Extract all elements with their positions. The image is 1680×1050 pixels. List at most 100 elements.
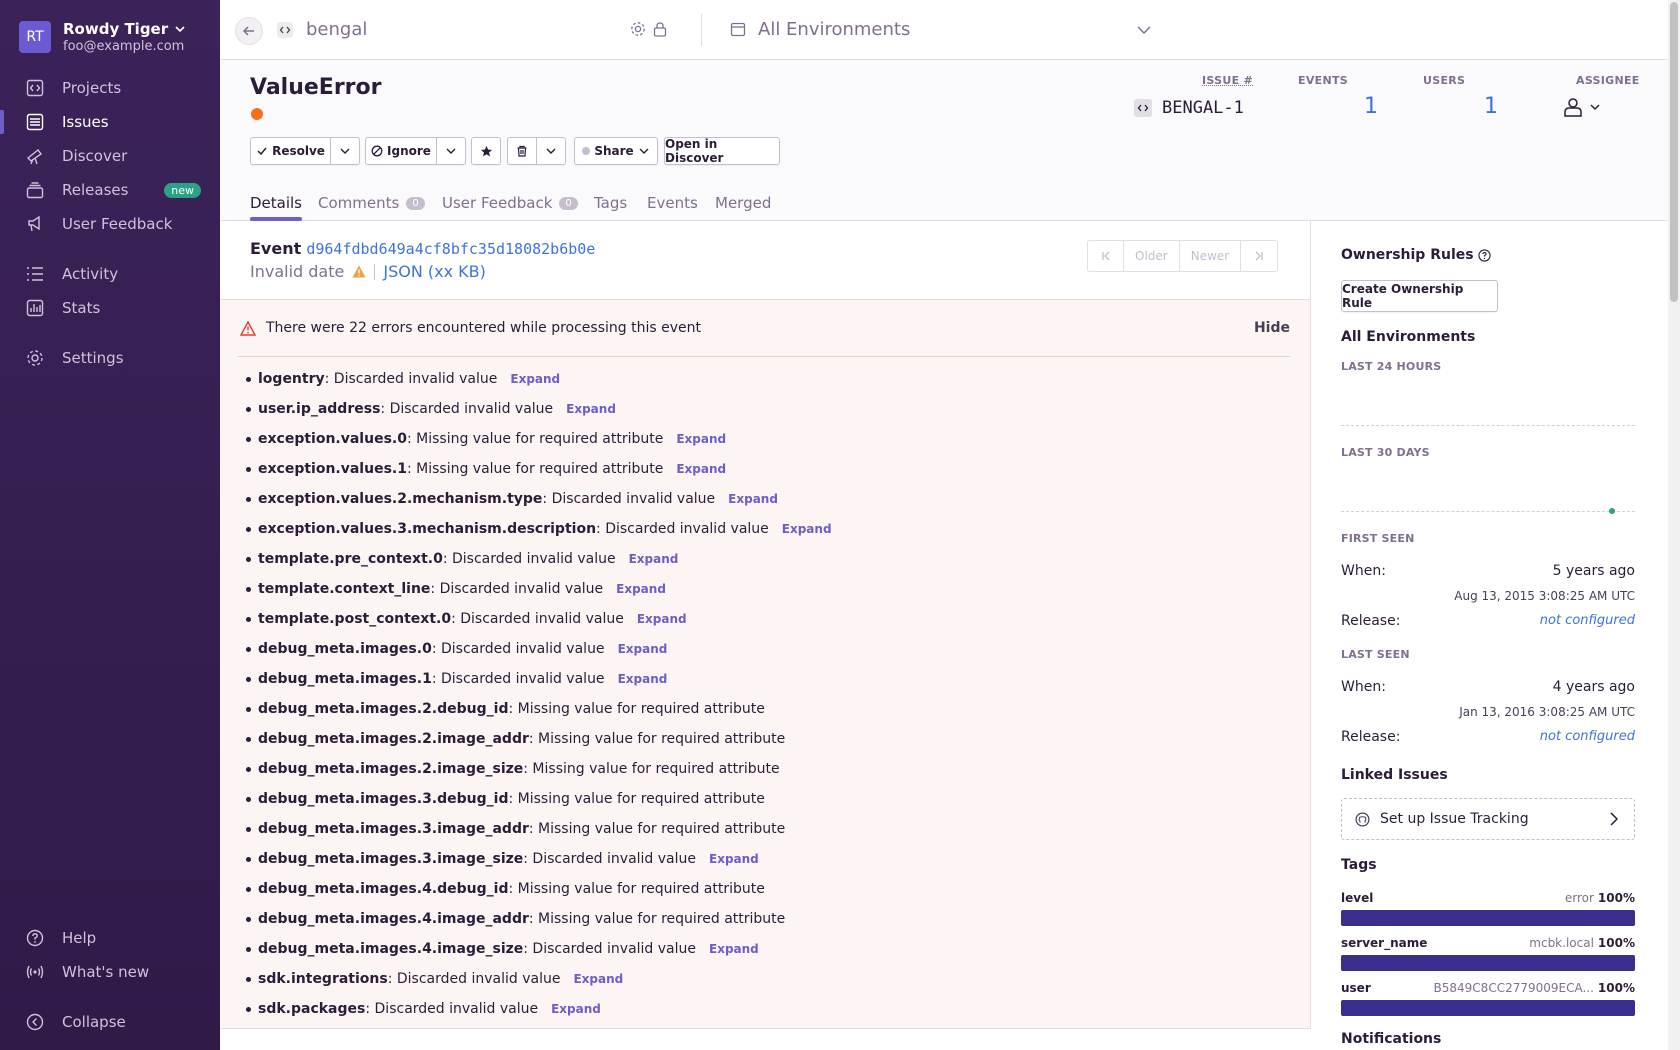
level-indicator	[251, 108, 263, 120]
nav-stats[interactable]: Stats	[0, 292, 220, 324]
tab-comments[interactable]: Comments 0	[318, 187, 425, 219]
expand-button[interactable]: Expand	[510, 372, 560, 386]
back-button[interactable]	[235, 17, 263, 45]
divider	[374, 263, 376, 280]
error-list-item: debug_meta.images.4.image_addr: Missing …	[246, 904, 832, 934]
sparkline-event-dot	[1609, 508, 1615, 514]
expand-button[interactable]: Expand	[551, 1002, 601, 1016]
sparkline-24h[interactable]	[1341, 425, 1635, 426]
newer-button[interactable]: Newer	[1179, 241, 1242, 271]
nav-settings[interactable]: Settings	[0, 342, 220, 374]
environment-selector[interactable]: All Environments	[758, 19, 910, 40]
tab-details[interactable]: Details	[250, 187, 303, 221]
nav-user-feedback[interactable]: User Feedback	[0, 208, 220, 240]
tag-distribution-bar[interactable]	[1341, 1000, 1635, 1016]
project-selector[interactable]: bengal	[306, 19, 367, 40]
expand-button[interactable]: Expand	[573, 972, 623, 986]
ignore-button[interactable]: Ignore	[365, 137, 437, 165]
scrollbar[interactable]	[1668, 0, 1680, 1050]
expand-button[interactable]: Expand	[616, 582, 666, 596]
tag-distribution-bar[interactable]	[1341, 955, 1635, 971]
error-key: debug_meta.images.0	[258, 641, 432, 657]
json-link[interactable]: JSON (xx KB)	[383, 262, 486, 281]
warning-icon	[352, 265, 366, 278]
nav-whats-new[interactable]: What's new	[0, 956, 220, 988]
nav-activity[interactable]: Activity	[0, 258, 220, 290]
share-button[interactable]: Share	[574, 137, 658, 165]
tag-row-server-name[interactable]: server_name mcbk.local 100%	[1341, 936, 1635, 971]
error-text: : Discarded invalid value	[387, 971, 561, 987]
error-text: : Missing value for required attribute	[508, 791, 765, 807]
tag-row-level[interactable]: level error 100%	[1341, 891, 1635, 926]
last-seen-release: Release: not configured	[1341, 729, 1635, 745]
expand-button[interactable]: Expand	[618, 672, 668, 686]
newest-button[interactable]	[1241, 241, 1278, 271]
resolve-dropdown-button[interactable]	[330, 137, 360, 165]
expand-button[interactable]: Expand	[566, 402, 616, 416]
expand-button[interactable]: Expand	[676, 462, 726, 476]
nav-discover[interactable]: Discover	[0, 140, 220, 172]
expand-button[interactable]: Expand	[709, 852, 759, 866]
error-key: debug_meta.images.4.image_addr	[258, 911, 529, 927]
expand-button[interactable]: Expand	[618, 642, 668, 656]
open-in-discover-button[interactable]: Open in Discover	[664, 137, 780, 165]
expand-button[interactable]: Expand	[676, 432, 726, 446]
assignee-selector[interactable]	[1563, 97, 1601, 117]
older-button[interactable]: Older	[1124, 241, 1180, 271]
event-id-link[interactable]: d964fdbd649a4cf8bfc35d18082b6b0e	[306, 240, 595, 258]
nav-projects[interactable]: Projects	[0, 72, 220, 104]
org-switcher[interactable]: RT Rowdy Tiger foo@example.com	[19, 20, 186, 54]
bookmark-button[interactable]	[471, 137, 501, 165]
nav-releases[interactable]: Releases new	[0, 174, 220, 206]
setup-issue-tracking-button[interactable]: Set up Issue Tracking	[1341, 798, 1635, 840]
nav-help[interactable]: Help	[0, 922, 220, 954]
error-list-item: exception.values.3.mechanism.description…	[246, 514, 832, 544]
project-settings-icon[interactable]	[630, 21, 646, 41]
tab-events[interactable]: Events	[647, 187, 698, 219]
users-label: USERS	[1423, 74, 1466, 87]
expand-button[interactable]: Expand	[782, 522, 832, 536]
users-count[interactable]: 1	[1484, 94, 1498, 119]
first-release-value[interactable]: not configured	[1540, 613, 1635, 629]
tag-percent: 100%	[1597, 936, 1635, 950]
ignore-dropdown-button[interactable]	[436, 137, 466, 165]
error-key: debug_meta.images.3.debug_id	[258, 791, 509, 807]
last-release-value[interactable]: not configured	[1540, 729, 1635, 745]
megaphone-icon	[25, 214, 45, 234]
scrollbar-thumb[interactable]	[1670, 2, 1678, 302]
question-icon[interactable]	[1477, 248, 1491, 262]
tag-row-user[interactable]: user B5849C8CC2779009ECA... 100%	[1341, 981, 1635, 1016]
delete-dropdown-button[interactable]	[536, 137, 566, 165]
expand-button[interactable]: Expand	[637, 612, 687, 626]
tab-tags[interactable]: Tags	[594, 187, 627, 219]
chevron-down-icon[interactable]	[1136, 22, 1152, 42]
linked-issues-heading: Linked Issues	[1341, 767, 1448, 783]
create-ownership-rule-button[interactable]: Create Ownership Rule	[1341, 280, 1498, 312]
project-platform-icon	[277, 22, 293, 38]
expand-button[interactable]: Expand	[629, 552, 679, 566]
expand-button[interactable]: Expand	[709, 942, 759, 956]
help-icon	[25, 928, 45, 948]
nav-collapse[interactable]: Collapse	[0, 1006, 220, 1038]
tag-top-value: B5849C8CC2779009ECA...	[1433, 981, 1594, 995]
short-id[interactable]: BENGAL-1	[1134, 98, 1244, 118]
error-list-item: debug_meta.images.2.image_addr: Missing …	[246, 724, 832, 754]
error-key: exception.values.3.mechanism.description	[258, 521, 597, 537]
tab-merged[interactable]: Merged	[715, 187, 771, 219]
events-count[interactable]: 1	[1364, 94, 1378, 119]
hide-errors-button[interactable]: Hide	[1254, 320, 1290, 336]
tag-distribution-bar[interactable]	[1341, 910, 1635, 926]
tab-events-label: Events	[647, 194, 698, 212]
tab-tags-label: Tags	[594, 194, 628, 212]
expand-button[interactable]: Expand	[728, 492, 778, 506]
tab-user-feedback[interactable]: User Feedback 0	[442, 187, 578, 219]
issue-sidebar: Ownership Rules Create Ownership Rule Al…	[1311, 221, 1668, 1050]
nav-issues[interactable]: Issues	[0, 106, 220, 138]
error-list-item: sdk.packages: Discarded invalid value Exp…	[246, 994, 832, 1024]
oldest-button[interactable]	[1088, 241, 1124, 271]
lock-icon[interactable]	[652, 21, 668, 41]
error-key: logentry	[258, 371, 325, 387]
resolve-button[interactable]: Resolve	[250, 137, 331, 165]
delete-button[interactable]	[507, 137, 537, 165]
sparkline-30d[interactable]	[1341, 511, 1635, 512]
